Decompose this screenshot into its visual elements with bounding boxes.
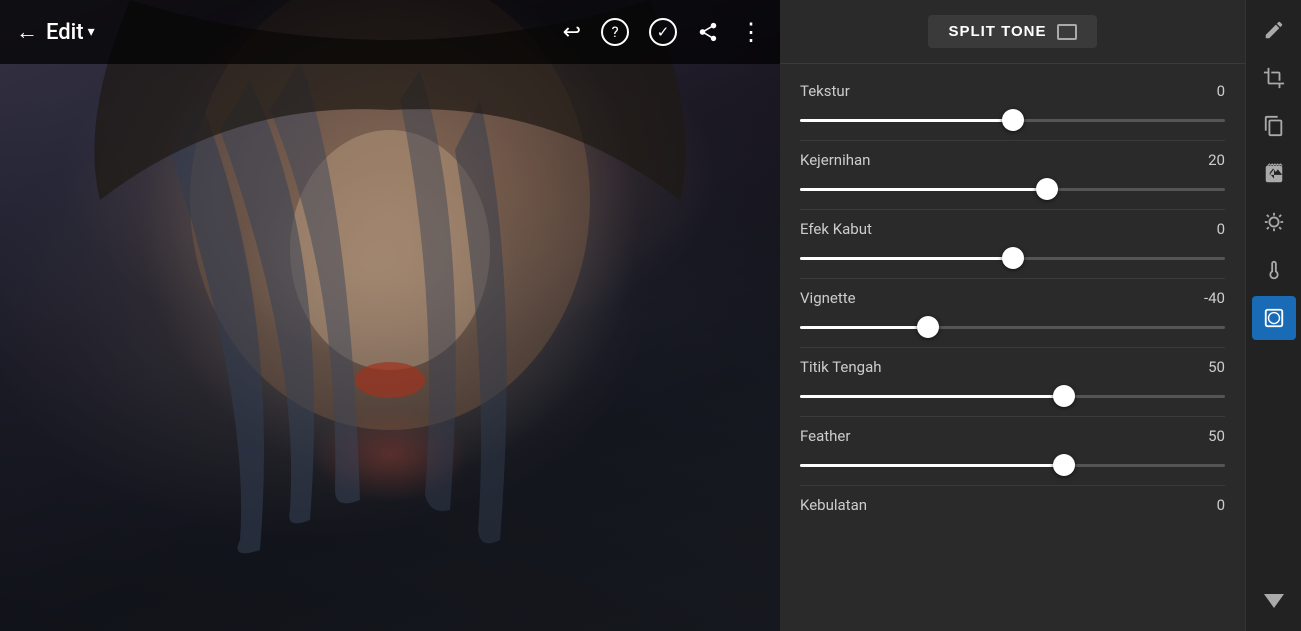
color-temp-button[interactable] <box>1252 248 1296 292</box>
undo-button[interactable]: ↩ <box>563 20 581 45</box>
photo-enhance-icon <box>1263 163 1285 185</box>
layers-icon <box>1263 115 1285 137</box>
edit-chevron-icon: ▾ <box>88 24 95 40</box>
slider-titik-tengah: Titik Tengah 50 <box>800 348 1225 412</box>
leaves-overlay <box>0 0 780 631</box>
slider-kebulatan: Kebulatan 0 <box>800 486 1225 530</box>
confirm-button[interactable]: ✓ <box>649 18 677 46</box>
slider-titik-tengah-track[interactable] <box>800 386 1225 406</box>
color-temp-icon <box>1263 259 1285 281</box>
right-panel: SPLIT TONE Tekstur 0 <box>780 0 1301 631</box>
crop-tool-button[interactable] <box>1252 56 1296 100</box>
slider-feather: Feather 50 <box>800 417 1225 481</box>
help-button[interactable]: ? <box>601 18 629 46</box>
top-bar-actions: ↩ ? ✓ ⋮ <box>563 18 764 46</box>
light-tool-button[interactable] <box>1252 200 1296 244</box>
slider-kejernihan: Kejernihan 20 <box>800 141 1225 205</box>
slider-titik-tengah-value: 50 <box>1208 358 1225 376</box>
panel-header: SPLIT TONE <box>780 0 1245 64</box>
share-button[interactable] <box>697 21 719 43</box>
slider-vignette: Vignette -40 <box>800 279 1225 343</box>
slider-tekstur-track[interactable] <box>800 110 1225 130</box>
top-bar-left: ← Edit ▾ <box>16 19 95 45</box>
split-tone-label: SPLIT TONE <box>948 23 1046 40</box>
edit-dropdown[interactable]: Edit ▾ <box>46 20 95 45</box>
layers-tool-button[interactable] <box>1252 104 1296 148</box>
split-tone-button[interactable]: SPLIT TONE <box>928 15 1096 48</box>
vignette-icon <box>1263 307 1285 329</box>
slider-kejernihan-value: 20 <box>1208 151 1225 169</box>
photo-enhance-button[interactable] <box>1252 152 1296 196</box>
sliders-content: Tekstur 0 Kejernihan 20 <box>780 64 1245 631</box>
slider-efek-kabut-value: 0 <box>1217 220 1225 238</box>
vignette-tool-button[interactable] <box>1252 296 1296 340</box>
slider-tekstur-label: Tekstur <box>800 82 850 100</box>
split-tone-icon <box>1057 24 1077 40</box>
slider-efek-kabut: Efek Kabut 0 <box>800 210 1225 274</box>
crop-icon <box>1263 67 1285 89</box>
sliders-area: SPLIT TONE Tekstur 0 <box>780 0 1245 631</box>
slider-kejernihan-label: Kejernihan <box>800 151 870 169</box>
slider-vignette-label: Vignette <box>800 289 856 307</box>
slider-efek-kabut-label: Efek Kabut <box>800 220 872 238</box>
more-button[interactable]: ⋮ <box>739 18 764 46</box>
slider-kebulatan-value: 0 <box>1217 496 1225 514</box>
slider-kebulatan-label: Kebulatan <box>800 496 867 514</box>
edit-label-text: Edit <box>46 20 84 45</box>
top-bar: ← Edit ▾ ↩ ? ✓ ⋮ <box>0 0 780 64</box>
slider-vignette-value: -40 <box>1204 289 1225 307</box>
slider-titik-tengah-label: Titik Tengah <box>800 358 882 376</box>
slider-vignette-track[interactable] <box>800 317 1225 337</box>
photo-canvas <box>0 0 780 631</box>
slider-efek-kabut-track[interactable] <box>800 248 1225 268</box>
triangle-icon <box>1264 594 1284 608</box>
slider-tekstur: Tekstur 0 <box>800 72 1225 136</box>
sidebar-icons <box>1245 0 1301 631</box>
slider-feather-label: Feather <box>800 427 850 445</box>
slider-feather-track[interactable] <box>800 455 1225 475</box>
slider-feather-value: 50 <box>1208 427 1225 445</box>
pencil-icon <box>1263 19 1285 41</box>
slider-kejernihan-track[interactable] <box>800 179 1225 199</box>
alert-button[interactable] <box>1252 579 1296 623</box>
pencil-tool-button[interactable] <box>1252 8 1296 52</box>
photo-editor-left-panel: ← Edit ▾ ↩ ? ✓ ⋮ <box>0 0 780 631</box>
light-icon <box>1263 211 1285 233</box>
slider-tekstur-value: 0 <box>1217 82 1225 100</box>
back-button[interactable]: ← <box>16 19 38 45</box>
